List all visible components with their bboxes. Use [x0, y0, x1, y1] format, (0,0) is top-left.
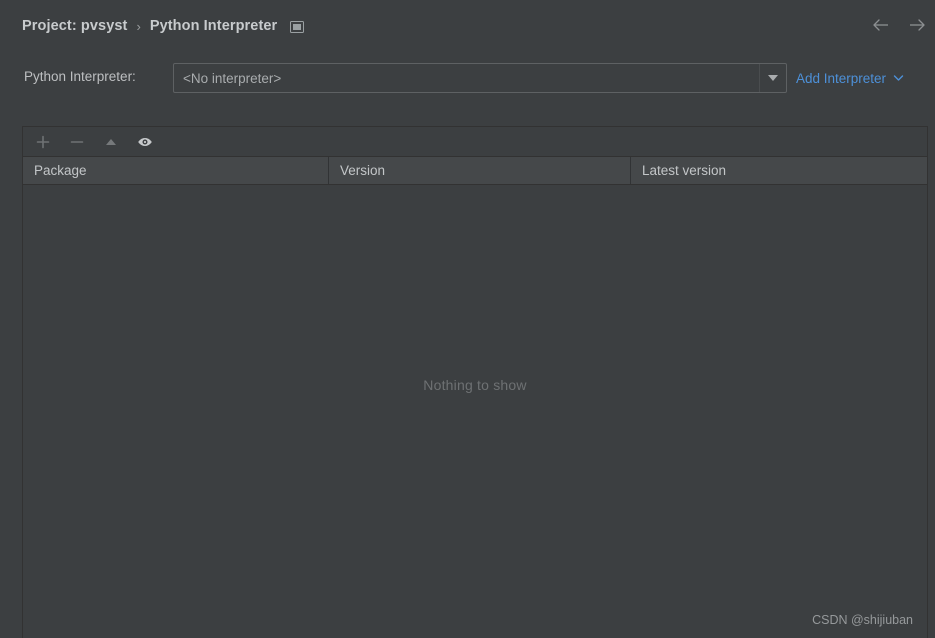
add-package-button[interactable] — [33, 132, 53, 152]
watermark: CSDN @shijiuban — [812, 613, 913, 627]
upgrade-package-button[interactable] — [101, 132, 121, 152]
empty-state-message: Nothing to show — [423, 377, 527, 393]
add-interpreter-button[interactable]: Add Interpreter — [796, 69, 904, 87]
interpreter-label: Python Interpreter: — [24, 69, 136, 84]
window-screen-icon — [290, 20, 305, 33]
packages-panel: Package Version Latest version Nothing t… — [22, 126, 928, 638]
interpreter-select[interactable]: <No interpreter> — [173, 63, 787, 93]
packages-table-body[interactable]: Nothing to show CSDN @shijiuban — [23, 185, 927, 637]
triangle-down-icon[interactable] — [759, 64, 786, 92]
column-header-package[interactable]: Package — [23, 157, 329, 184]
arrow-left-icon[interactable] — [871, 16, 891, 34]
column-header-version[interactable]: Version — [329, 157, 631, 184]
breadcrumb-project[interactable]: Project: pvsyst — [22, 18, 127, 34]
arrow-right-icon[interactable] — [907, 16, 927, 34]
interpreter-select-value: <No interpreter> — [183, 70, 282, 86]
breadcrumb: Project: pvsyst › Python Interpreter — [22, 14, 305, 38]
navigation-arrows — [871, 16, 927, 34]
add-interpreter-label: Add Interpreter — [796, 70, 887, 86]
packages-table-header: Package Version Latest version — [23, 157, 927, 185]
breadcrumb-current-page: Python Interpreter — [149, 18, 278, 34]
interpreter-row: Python Interpreter: <No interpreter> Add… — [0, 63, 935, 93]
column-header-latest-version[interactable]: Latest version — [631, 157, 927, 184]
python-interpreter-settings-page: Project: pvsyst › Python Interpreter Pyt… — [0, 0, 935, 638]
packages-toolbar — [23, 127, 927, 157]
chevron-down-icon — [893, 69, 904, 87]
remove-package-button[interactable] — [67, 132, 87, 152]
breadcrumb-separator: › — [136, 18, 141, 34]
eye-icon[interactable] — [135, 132, 155, 152]
